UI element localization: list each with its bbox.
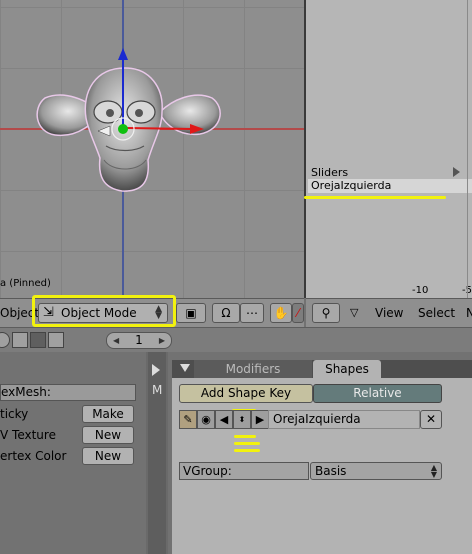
draw-type-select[interactable]: ▣: [176, 303, 206, 323]
sliders-label: Sliders: [311, 166, 349, 179]
add-shape-key-button[interactable]: Add Shape Key: [179, 384, 313, 403]
prev-arrow-icon[interactable]: ◀: [215, 410, 233, 429]
select-menu[interactable]: Select: [418, 306, 455, 320]
suzanne-monkey-mesh[interactable]: [0, 0, 304, 298]
decrement-arrow-icon[interactable]: ◀: [113, 333, 119, 348]
updown-arrows-icon: ▲ ▼: [430, 463, 437, 479]
timeline-tick-label: -10: [412, 285, 429, 296]
buttons-header: ◀ 1 ▶: [0, 327, 472, 352]
panel-separator[interactable]: M: [146, 352, 168, 554]
increment-arrow-icon[interactable]: ▶: [159, 333, 165, 348]
vertex-color-new-button[interactable]: New: [82, 447, 134, 465]
view-menu[interactable]: View: [375, 306, 403, 320]
pivot-select[interactable]: Ω: [212, 303, 240, 323]
context-icon[interactable]: [0, 332, 10, 348]
collapse-triangle-icon[interactable]: [180, 364, 190, 372]
highlight-underline: [304, 196, 446, 199]
spin-arrows-icon[interactable]: ⬍: [233, 410, 251, 429]
mode-highlight-box: [32, 295, 176, 327]
shapes-panel-body: Add Shape Key Relative ✎ ◉ ◀ ⬍ ▶ OrejaIz…: [172, 378, 472, 554]
basis-label: Basis: [315, 464, 347, 478]
3d-viewport[interactable]: a (Pinned): [0, 0, 304, 298]
mesh-name-field[interactable]: exMesh:: [0, 384, 136, 401]
relative-toggle[interactable]: Relative: [313, 384, 442, 403]
frame-number: 1: [135, 333, 143, 347]
action-editor-icon: ⚲: [321, 306, 331, 320]
tab-shapes[interactable]: Shapes: [313, 360, 381, 378]
highlight-underline: [234, 449, 260, 452]
tab-bar: Modifiers Shapes: [172, 360, 472, 378]
sticky-make-button[interactable]: Make: [82, 405, 134, 423]
shape-channel-label: OrejaIzquierda: [311, 179, 392, 192]
expand-triangle-icon[interactable]: [453, 167, 460, 177]
eye-icon[interactable]: ◉: [197, 410, 215, 429]
m-label: M: [152, 383, 163, 397]
sticky-label: ticky: [0, 407, 29, 421]
pivot-icon: Ω: [221, 306, 231, 320]
shapes-panel: Modifiers Shapes Add Shape Key Relative …: [172, 352, 472, 554]
arrow-icon: ⁄: [296, 306, 299, 320]
blender-window: a (Pinned) Sliders OrejaIzquierda -10 -5…: [0, 0, 472, 554]
mesh-panel: exMesh: ticky Make V Texture New ertex C…: [0, 352, 146, 554]
frame-number-field[interactable]: ◀ 1 ▶: [106, 332, 172, 349]
editor-type-select[interactable]: ⚲: [312, 303, 340, 323]
highlight-underline: [234, 435, 256, 438]
panel-icon[interactable]: [12, 332, 28, 348]
vgroup-field[interactable]: VGroup:: [179, 462, 309, 480]
uv-texture-label: V Texture: [0, 428, 56, 442]
image-icon[interactable]: [48, 332, 64, 348]
pin-icon[interactable]: ✎: [179, 410, 197, 429]
tab-modifiers[interactable]: Modifiers: [194, 360, 312, 378]
sliders-header[interactable]: Sliders: [308, 166, 472, 179]
action-editor-divider: [467, 0, 468, 298]
view3d-header: Object ⇲ Object Mode ▲ ▼ ▣ Ω ⋯ ✋ ⁄: [0, 295, 304, 327]
highlight-underline: [234, 442, 260, 445]
collapse-triangle-icon[interactable]: ▽: [350, 306, 358, 319]
vertex-color-label: ertex Color: [0, 449, 67, 463]
viewport-object-label: a (Pinned): [0, 278, 51, 289]
dotted-grid-icon: ⋯: [246, 306, 258, 320]
snap-button[interactable]: ⋯: [240, 303, 264, 323]
translate-toggle[interactable]: ⁄: [292, 303, 304, 323]
delete-key-button[interactable]: ✕: [420, 410, 442, 429]
play-triangle-icon[interactable]: [152, 364, 160, 376]
edit-context-icon[interactable]: [30, 332, 46, 348]
next-arrow-icon[interactable]: ▶: [251, 410, 269, 429]
shape-key-name-field[interactable]: OrejaIzquierda: [268, 410, 420, 429]
buttons-area: exMesh: ticky Make V Texture New ertex C…: [0, 352, 472, 554]
hand-icon: ✋: [273, 306, 289, 320]
cube-icon: ▣: [185, 306, 197, 320]
basis-select[interactable]: Basis ▲ ▼: [310, 462, 442, 480]
action-editor-header: ⚲ ▽ View Select N: [306, 298, 472, 327]
more-menu[interactable]: N: [466, 306, 472, 320]
action-editor[interactable]: Sliders OrejaIzquierda -10 -5: [304, 0, 472, 298]
shape-key-row: ✎ ◉ ◀ ⬍ ▶ OrejaIzquierda ✕: [179, 410, 443, 429]
uv-texture-new-button[interactable]: New: [82, 426, 134, 444]
shape-channel-row[interactable]: OrejaIzquierda: [308, 179, 472, 193]
manipulator-toggle[interactable]: ✋: [270, 303, 292, 323]
